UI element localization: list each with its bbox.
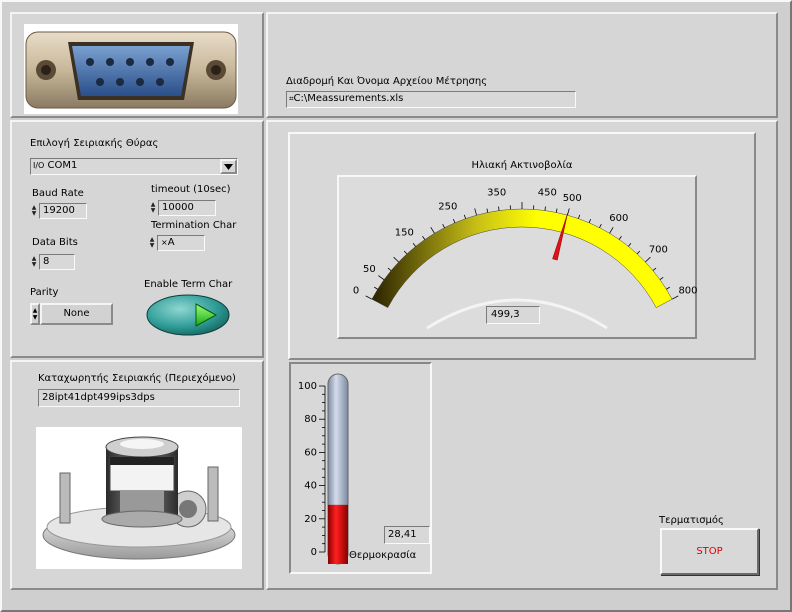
gauge-tick-label: 600 [609,213,628,224]
baud-input[interactable]: 19200 [39,203,87,219]
term-char-stepper[interactable]: ▲ ▼ [148,235,156,251]
connector-image-panel [10,12,264,118]
gauge-tick-mark [412,243,416,247]
serial-connector-image [24,24,238,114]
gauge-tick-mark [618,236,622,240]
term-char-value: A [167,237,175,248]
baud-stepper[interactable]: ▲ ▼ [30,203,38,219]
gauge-tick-mark [567,208,570,216]
gauge-tick-mark [374,286,378,290]
gauge-tick-label: 150 [395,227,414,238]
gauge-tick-mark [387,267,392,271]
timeout-stepper[interactable]: ▲ ▼ [149,200,157,216]
thermometer-fill [328,504,348,564]
gauge-tick-label: 800 [678,286,697,297]
serial-buffer-display: 28ipt41dpt499ips3dps [38,389,240,407]
gauge-tick-mark [578,214,581,219]
gauge-svg: 0 50 150 250 350 450 500 600 700 800 [353,188,698,330]
port-value: COM1 [47,160,78,171]
databits-stepper[interactable]: ▲ ▼ [30,254,38,270]
gauge-tick-mark [442,223,445,228]
thermometer-tick-label: 60 [304,447,317,458]
baud-label: Baud Rate [32,188,84,199]
databits-input[interactable]: 8 [39,254,75,270]
gauge-tick-mark [498,206,500,211]
port-label: Επιλογή Σειριακής Θύρας [30,138,159,149]
timeout-input[interactable]: 10000 [158,200,216,216]
thermometer-tick-label: 40 [304,481,317,492]
gauge-tick-mark [474,208,477,216]
serial-settings-panel: Επιλογή Σειριακής Θύρας I/O COM1 Baud Ra… [10,120,264,358]
file-path-label: Διαδρομή Και Όνομα Αρχείου Μέτρησης [286,76,488,87]
gauge-tick-mark [393,256,399,263]
gauge-tick-mark [365,295,373,300]
thermometer-tick-label: 0 [311,547,317,558]
gauge-tick-mark [628,243,632,247]
gauge-tick-mark [636,250,641,255]
thermometer-tick-label: 100 [298,381,317,392]
gauge-value-display: 499,3 [486,306,540,324]
gauge-tick-mark [463,214,466,219]
temperature-value-display: 28,41 [384,526,430,544]
file-path-input[interactable]: ⌗C:\Meassurements.xls [286,91,576,108]
term-char-input[interactable]: ×A [157,235,205,251]
gauge-tick-mark [666,286,670,290]
thermometer-ticks: 100 80 60 40 20 0 [298,381,326,558]
parity-stepper[interactable]: ▲ ▼ [30,303,40,325]
enable-term-label: Enable Term Char [144,279,233,290]
io-icon: I/O [33,161,45,170]
thermometer-tick-label: 20 [304,514,317,525]
gauge-tick-mark [544,206,546,211]
gauge-tick-label: 500 [563,193,582,204]
port-dropdown-button[interactable] [220,159,237,174]
gauge-tick-mark [403,250,408,255]
gauge-tick-mark [659,277,664,281]
gauge-tick-label: 700 [649,245,668,256]
gauge-tick-label: 350 [487,188,506,199]
gauge-tick-mark [599,223,602,228]
gauge-tick-mark [588,218,592,223]
serial-buffer-label: Καταχωρητής Σειριακής (Περιεχόμενο) [38,373,236,384]
parity-ring[interactable]: None [40,303,113,325]
gauge-tick-mark [378,275,385,281]
parity-label: Parity [30,287,59,298]
enable-term-toggle[interactable] [146,294,230,336]
chevron-down-icon [224,163,233,170]
gauge-tick-mark [671,295,679,300]
gauge-tick-mark [422,236,426,240]
hex-icon: × [161,238,168,247]
port-select[interactable]: I/O COM1 [30,158,238,175]
gauge-tick-mark [486,208,489,213]
file-path-panel: Διαδρομή Και Όνομα Αρχείου Μέτρησης ⌗C:\… [266,12,778,118]
thermometer-group: 100 80 60 40 20 0 28,41 Θερμοκρασία [289,362,432,574]
gauge-tick-mark [452,218,456,223]
gauge-tick-mark [430,227,435,234]
gauge-group: Ηλιακή Ακτινοβολία 0 50 150 250 350 450 500 600… [288,132,756,360]
serial-buffer-panel: Καταχωρητής Σειριακής (Περιεχόμενο) 28ip… [10,360,264,590]
stop-label: Τερματισμός [659,515,724,526]
gauge-tick-mark [555,208,558,213]
file-path-value: C:\Meassurements.xls [293,93,404,104]
gauge-tick-label: 50 [363,264,376,275]
databits-label: Data Bits [32,237,78,248]
gauge-tick-label: 450 [538,188,557,199]
gauge-tick-mark [652,267,657,271]
gauge-tick-label: 0 [353,286,359,297]
gauge-tick-mark [645,256,651,263]
term-char-label: Termination Char [151,220,237,231]
temperature-label: Θερμοκρασία [349,550,417,561]
gauge-tick-mark [609,227,614,234]
thermometer-tick-label: 80 [304,414,317,425]
stop-button[interactable]: STOP [660,528,759,575]
gauge-tick-label: 250 [438,201,457,212]
timeout-label: timeout (10sec) [151,184,231,195]
pyranometer-image [36,427,242,569]
